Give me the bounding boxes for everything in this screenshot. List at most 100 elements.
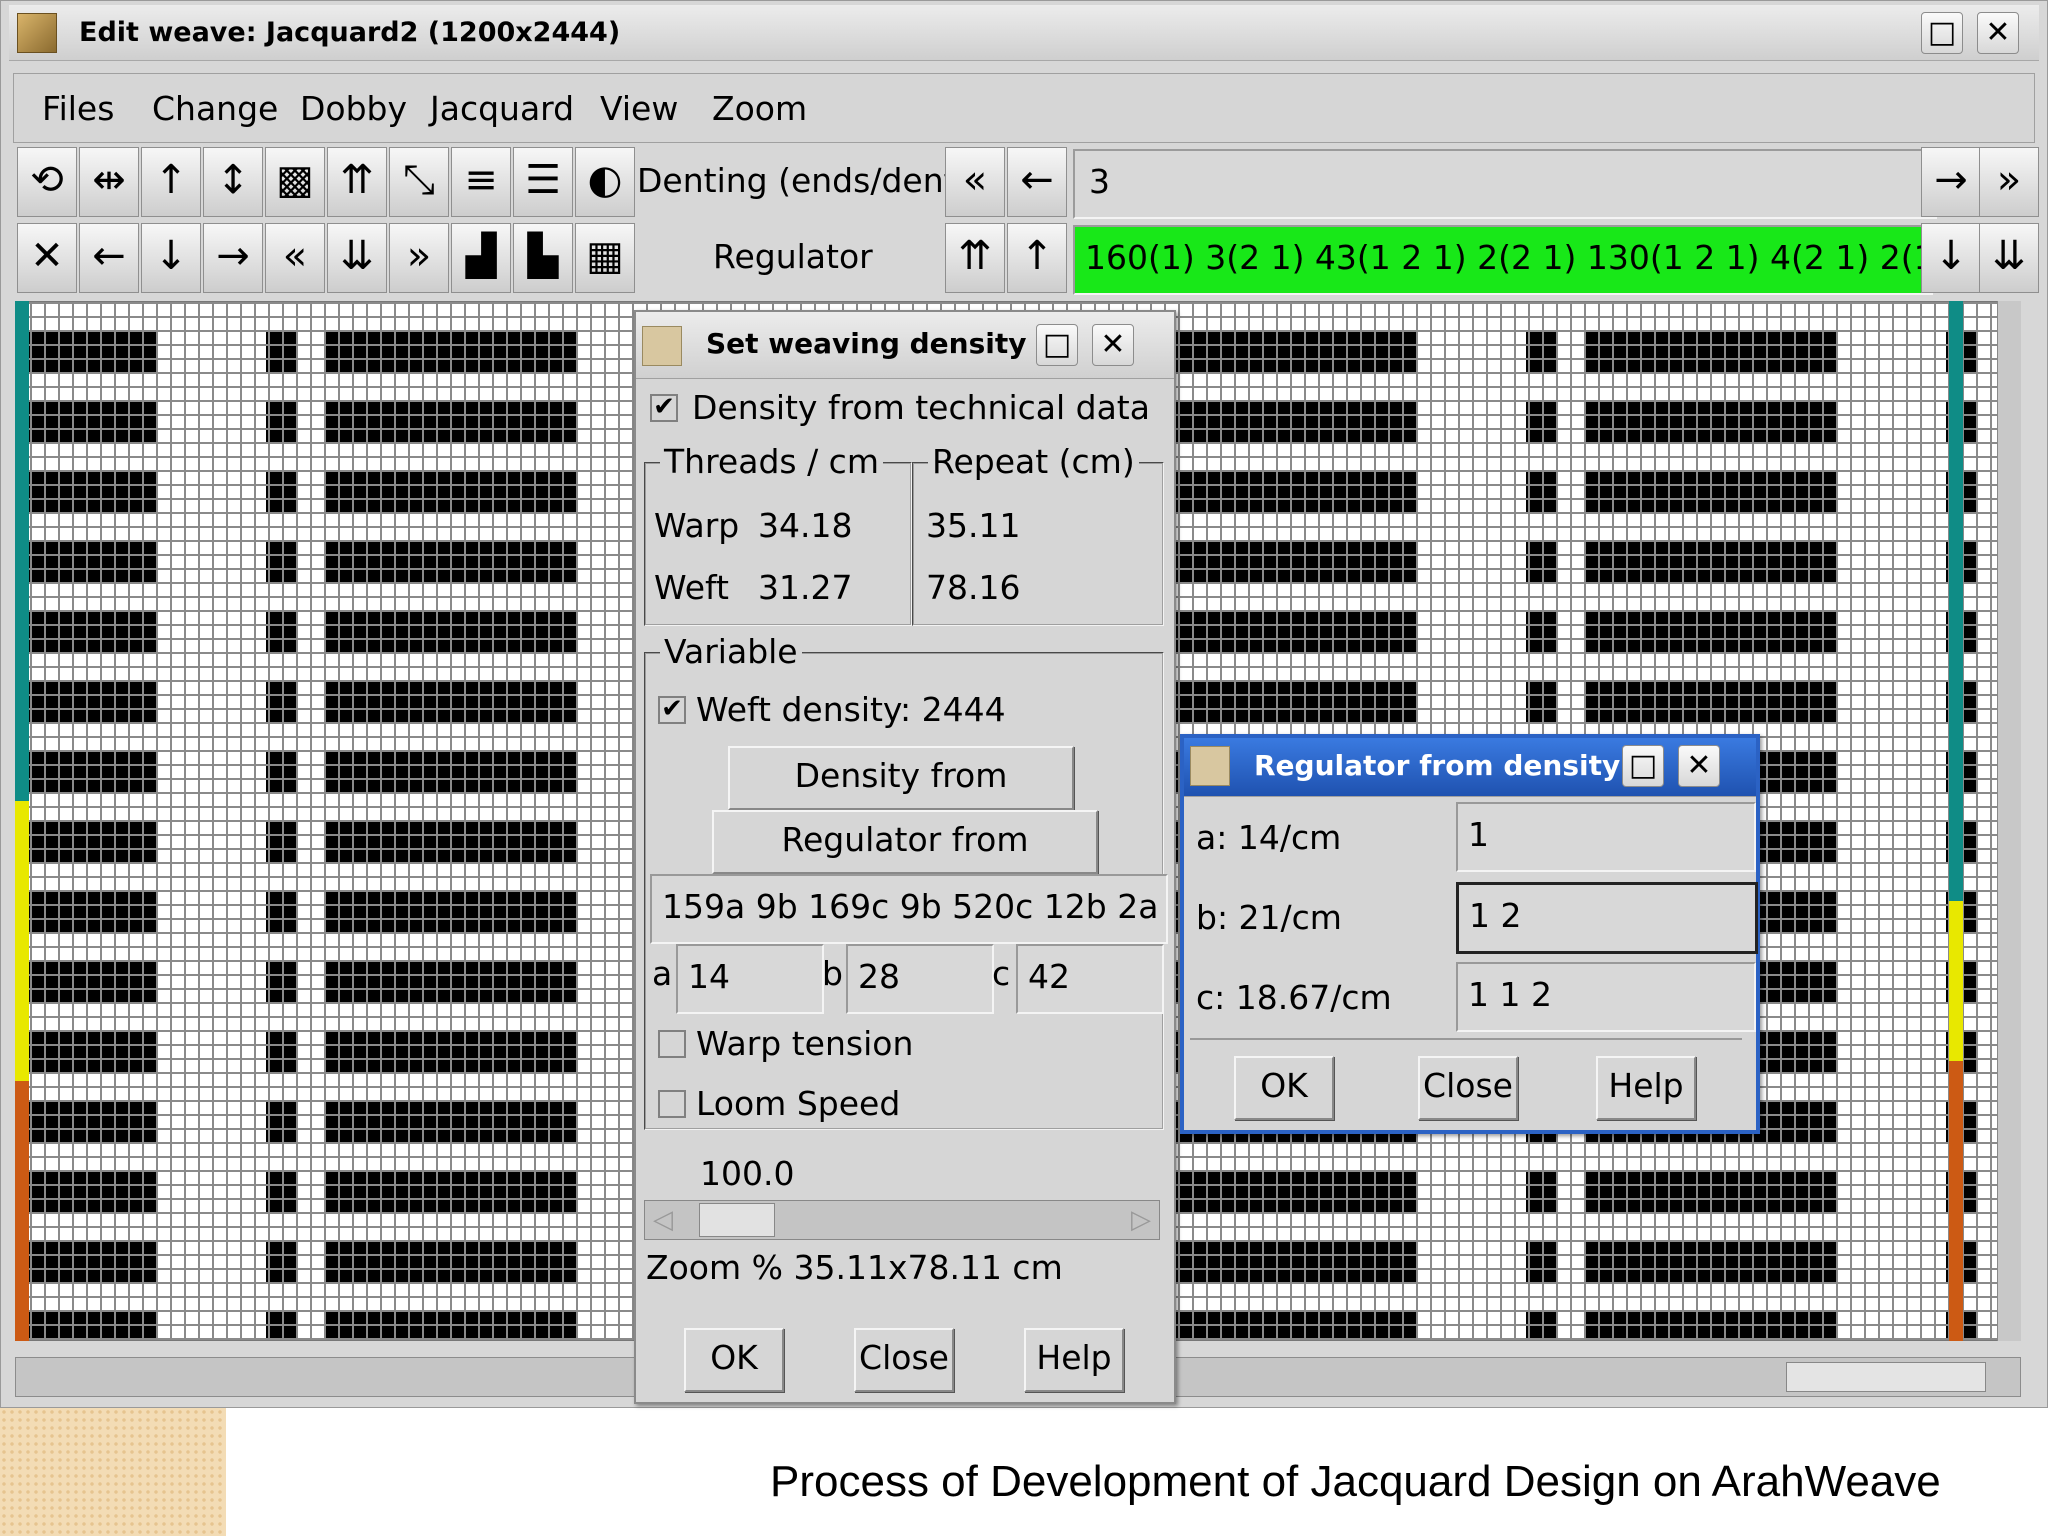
title-bar[interactable]: Edit weave: Jacquard2 (1200x2444) □ ✕: [9, 5, 2039, 61]
arrow-up-icon[interactable]: ↑: [141, 147, 201, 217]
double-down-icon[interactable]: ⇊: [327, 223, 387, 293]
regulator-from-density-button[interactable]: Regulator from density...: [712, 810, 1098, 915]
weft-label: Weft: [654, 568, 729, 607]
toolbar-row-1: ⟲ ⇹ ↑ ↕ ▩ ⇈ ⤡ ≡ ☰ ◐ Denting (ends/dent) …: [13, 147, 2039, 225]
warp-value: 34.18: [758, 506, 853, 545]
dialog-icon: [642, 326, 682, 366]
warp-tension-checkbox[interactable]: [658, 1030, 686, 1058]
regulator-label: Regulator: [713, 237, 873, 276]
repeat-weft-value: 78.16: [926, 568, 1021, 607]
close-button[interactable]: Close: [1418, 1056, 1518, 1120]
arrow-left-icon[interactable]: ←: [79, 223, 139, 293]
ok-button[interactable]: OK: [684, 1328, 784, 1392]
dialog-title: Regulator from density: [1254, 749, 1621, 782]
menu-dobby[interactable]: Dobby: [300, 86, 407, 132]
c-regulator-field[interactable]: 1 1 2: [1456, 962, 1756, 1032]
weft-color-strip-teal: [1949, 301, 1963, 901]
regulator-field[interactable]: 160(1) 3(2 1) 43(1 2 1) 2(2 1) 130(1 2 1…: [1073, 225, 1933, 295]
close-icon[interactable]: ✕: [1092, 324, 1134, 366]
double-right-icon[interactable]: »: [1979, 147, 2039, 217]
double-up-icon[interactable]: ⇈: [327, 147, 387, 217]
double-up-icon[interactable]: ⇈: [945, 223, 1005, 293]
sequence-field[interactable]: 159a 9b 169c 9b 520c 12b 2a 24: [650, 874, 1168, 944]
b-field[interactable]: 28: [846, 944, 994, 1014]
slider-thumb[interactable]: [699, 1203, 775, 1237]
diagonal-arrows-icon[interactable]: ⤡: [389, 147, 449, 217]
a-regulator-field[interactable]: 1: [1456, 802, 1756, 872]
divider: [1190, 1038, 1742, 1040]
ok-button[interactable]: OK: [1234, 1056, 1334, 1120]
a-label: a: [652, 954, 673, 993]
menu-jacquard[interactable]: Jacquard: [430, 86, 574, 132]
checker-pattern-icon[interactable]: ▦: [575, 223, 635, 293]
variable-group: Variable ✔ Weft density: 2444 Density fr…: [644, 632, 1168, 1130]
slider-left-arrow-icon[interactable]: ◁: [647, 1203, 679, 1237]
arrow-left-icon[interactable]: ←: [1007, 147, 1067, 217]
warp-label: Warp: [654, 506, 740, 545]
steps-down-icon[interactable]: ▙: [513, 223, 573, 293]
menu-view[interactable]: View: [600, 86, 678, 132]
delete-icon[interactable]: ✕: [17, 223, 77, 293]
weft-value: 31.27: [758, 568, 853, 607]
arrow-right-icon[interactable]: →: [203, 223, 263, 293]
menu-files[interactable]: Files: [42, 86, 114, 132]
c-field[interactable]: 42: [1016, 944, 1164, 1014]
double-right-icon[interactable]: »: [389, 223, 449, 293]
fabric-swatch-decoration: [0, 1408, 226, 1536]
maximize-icon[interactable]: □: [1036, 324, 1078, 366]
b-regulator-field[interactable]: 1 2: [1456, 882, 1758, 954]
close-icon[interactable]: ✕: [1977, 12, 2019, 54]
mirror-vertical-icon[interactable]: ↕: [203, 147, 263, 217]
dialog-title-bar[interactable]: Set weaving density □ ✕: [636, 312, 1174, 379]
zoom-slider-value: 100.0: [700, 1154, 795, 1193]
weaving-density-dialog: Set weaving density □ ✕ ✔ Density from t…: [634, 310, 1176, 1404]
repeat-group: Repeat (cm) 35.11 78.16: [912, 442, 1164, 626]
arrow-down-icon[interactable]: ↓: [1921, 223, 1981, 293]
c-density-label: c: 18.67/cm: [1196, 978, 1392, 1017]
app-icon: [17, 13, 57, 53]
menu-zoom[interactable]: Zoom: [712, 86, 807, 132]
maximize-icon[interactable]: □: [1921, 12, 1963, 54]
repeat-warp-value: 35.11: [926, 506, 1021, 545]
rotate-icon[interactable]: ⟲: [17, 147, 77, 217]
slider-right-arrow-icon[interactable]: ▷: [1125, 1203, 1157, 1237]
maximize-icon[interactable]: □: [1622, 745, 1664, 787]
invert-pattern-icon[interactable]: ▩: [265, 147, 325, 217]
dialog-title-bar[interactable]: Regulator from density □ ✕: [1184, 738, 1756, 797]
zoom-slider[interactable]: ◁ ▷: [644, 1200, 1160, 1240]
help-button[interactable]: Help: [1596, 1056, 1696, 1120]
steps-up-icon[interactable]: ▟: [451, 223, 511, 293]
toolbar-row-2: ✕ ← ↓ → « ⇊ » ▟ ▙ ▦ Regulator ⇈ ↑ 160(1)…: [13, 223, 2039, 301]
warp-tension-label: Warp tension: [696, 1024, 914, 1063]
weft-color-strip-orange: [1949, 1061, 1963, 1341]
scroll-thumb[interactable]: [1786, 1362, 1986, 1392]
density-from-tech-checkbox[interactable]: ✔: [650, 394, 678, 422]
arrow-up-icon[interactable]: ↑: [1007, 223, 1067, 293]
half-circle-icon[interactable]: ◐: [575, 147, 635, 217]
density-from-tech-label: Density from technical data: [692, 388, 1150, 427]
slide-caption: Process of Development of Jacquard Desig…: [770, 1457, 1941, 1506]
help-button[interactable]: Help: [1024, 1328, 1124, 1392]
zoom-text: Zoom % 35.11x78.11 cm: [646, 1248, 1063, 1287]
variable-group-label: Variable: [660, 632, 802, 672]
double-down-icon[interactable]: ⇊: [1979, 223, 2039, 293]
close-button[interactable]: Close: [854, 1328, 954, 1392]
close-icon[interactable]: ✕: [1678, 745, 1720, 787]
dialog-icon: [1190, 746, 1230, 786]
menu-change[interactable]: Change: [152, 86, 278, 132]
arrow-down-icon[interactable]: ↓: [141, 223, 201, 293]
density-from-regulator-button[interactable]: Density from regulator: [728, 746, 1074, 851]
double-left-icon[interactable]: «: [265, 223, 325, 293]
weft-density-checkbox[interactable]: ✔: [658, 696, 686, 724]
mirror-horizontal-icon[interactable]: ⇹: [79, 147, 139, 217]
denting-field[interactable]: 3: [1073, 149, 1937, 219]
a-field[interactable]: 14: [676, 944, 824, 1014]
loom-speed-checkbox[interactable]: [658, 1090, 686, 1118]
b-density-label: b: 21/cm: [1196, 898, 1342, 937]
shift-pattern-icon[interactable]: ☰: [513, 147, 573, 217]
double-left-icon[interactable]: «: [945, 147, 1005, 217]
vertical-scrollbar[interactable]: [1997, 301, 2021, 1341]
arrow-right-icon[interactable]: →: [1921, 147, 1981, 217]
threads-group: Threads / cm Warp 34.18 Weft 31.27: [644, 442, 912, 626]
step-pattern-icon[interactable]: ≡: [451, 147, 511, 217]
